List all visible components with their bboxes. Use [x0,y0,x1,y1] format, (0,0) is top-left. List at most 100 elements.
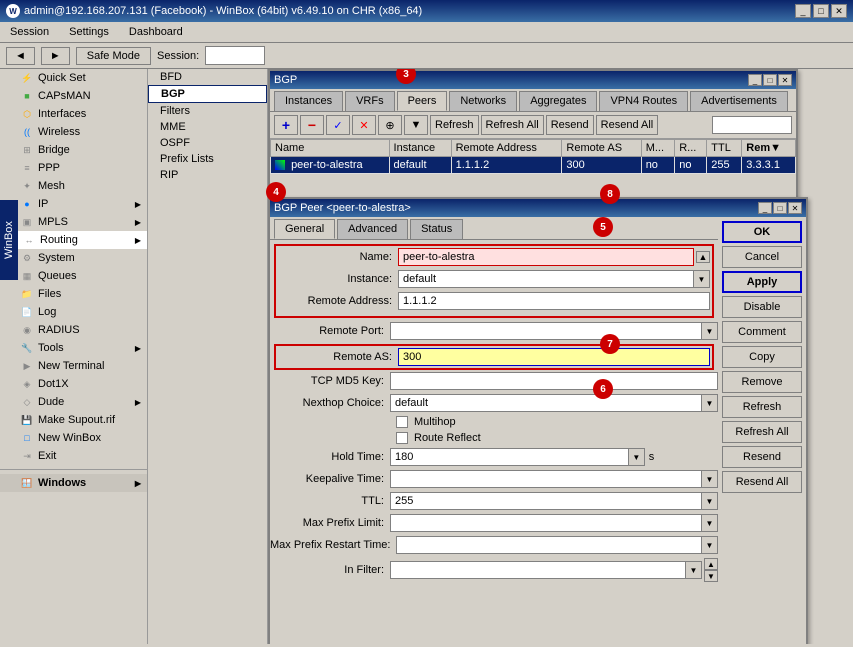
sidebar-item-ip[interactable]: ● IP ▶ [0,195,147,213]
th-m[interactable]: M... [641,140,675,157]
sidebar-item-new-terminal[interactable]: ▶ New Terminal [0,357,147,375]
hold-time-input[interactable] [390,448,629,466]
sidebar-item-quick-set[interactable]: ⚡ Quick Set [0,69,147,87]
remote-as-input[interactable] [398,348,710,366]
sidebar-item-queues[interactable]: ▦ Queues [0,267,147,285]
table-row[interactable]: peer-to-alestra default 1.1.1.2 300 no n… [271,157,796,174]
in-filter-dropdown-btn[interactable]: ▼ [686,561,702,579]
hold-time-dropdown-btn[interactable]: ▼ [629,448,645,466]
comment-button[interactable]: Comment [722,321,802,343]
keepalive-input[interactable] [390,470,702,488]
in-filter-scroll-up[interactable]: ▲ [704,558,718,570]
nexthop-input[interactable] [390,394,702,412]
name-input[interactable] [398,248,694,266]
tab-instances[interactable]: Instances [274,91,343,111]
th-rem[interactable]: Rem▼ [742,140,796,157]
th-remote-address[interactable]: Remote Address [451,140,562,157]
sidebar-item-tools[interactable]: 🔧 Tools ▶ [0,339,147,357]
sidebar-item-mesh[interactable]: ✦ Mesh [0,177,147,195]
sidebar-item-system[interactable]: ⚙ System [0,249,147,267]
bgp-refresh-all-button[interactable]: Refresh All [481,115,544,135]
ttl-dropdown-btn[interactable]: ▼ [702,492,718,510]
tab-vpn4-routes[interactable]: VPN4 Routes [599,91,688,111]
remove-button[interactable]: Remove [722,371,802,393]
tab-aggregates[interactable]: Aggregates [519,91,597,111]
ttl-input[interactable] [390,492,702,510]
cancel-button[interactable]: Cancel [722,246,802,268]
peer-tab-general[interactable]: General [274,219,335,239]
submenu-filters[interactable]: Filters [148,103,267,119]
sidebar-item-wireless[interactable]: (( Wireless [0,123,147,141]
tab-vrfs[interactable]: VRFs [345,91,395,111]
max-prefix-restart-dropdown-btn[interactable]: ▼ [702,536,718,554]
menu-session[interactable]: Session [4,24,55,40]
bgp-filter-button[interactable]: ▼ [404,115,428,135]
sidebar-item-files[interactable]: 📁 Files [0,285,147,303]
peer-close[interactable]: ✕ [788,202,802,214]
remote-port-dropdown-btn[interactable]: ▼ [702,322,718,340]
bgp-resend-all-button[interactable]: Resend All [596,115,659,135]
forward-button[interactable]: ► [41,47,70,65]
peer-maximize[interactable]: □ [773,202,787,214]
refresh-all-button[interactable]: Refresh All [722,421,802,443]
keepalive-dropdown-btn[interactable]: ▼ [702,470,718,488]
bgp-copy-button[interactable]: ⊕ [378,115,402,135]
bgp-maximize[interactable]: □ [763,74,777,86]
sidebar-item-capsman[interactable]: ■ CAPsMAN [0,87,147,105]
ok-button[interactable]: OK [722,221,802,243]
refresh-button[interactable]: Refresh [722,396,802,418]
back-button[interactable]: ◄ [6,47,35,65]
sidebar-item-interfaces[interactable]: ⬡ Interfaces [0,105,147,123]
instance-input[interactable] [398,270,694,288]
in-filter-input[interactable] [390,561,686,579]
remote-port-input[interactable] [390,322,702,340]
multihop-checkbox[interactable] [396,416,408,428]
tab-peers[interactable]: Peers [397,91,448,111]
menu-settings[interactable]: Settings [63,24,115,40]
resend-all-button[interactable]: Resend All [722,471,802,493]
session-input[interactable] [205,46,265,65]
bgp-resend-button[interactable]: Resend [546,115,594,135]
th-remote-as[interactable]: Remote AS [562,140,641,157]
submenu-rip[interactable]: RIP [148,167,267,183]
submenu-bgp[interactable]: BGP [148,85,267,103]
menu-dashboard[interactable]: Dashboard [123,24,189,40]
max-prefix-limit-input[interactable] [390,514,702,532]
th-ttl[interactable]: TTL [707,140,742,157]
instance-dropdown-btn[interactable]: ▼ [694,270,710,288]
bgp-refresh-button[interactable]: Refresh [430,115,479,135]
bgp-minimize[interactable]: _ [748,74,762,86]
sidebar-item-exit[interactable]: ⇥ Exit [0,447,147,465]
sidebar-item-dot1x[interactable]: ◈ Dot1X [0,375,147,393]
max-prefix-restart-input[interactable] [396,536,702,554]
safe-mode-button[interactable]: Safe Mode [76,47,151,65]
submenu-mme[interactable]: MME [148,119,267,135]
name-scroll[interactable]: ▲ [696,251,710,263]
sidebar-item-windows[interactable]: 🪟 Windows ▶ [0,474,147,492]
bgp-check-button[interactable]: ✓ [326,115,350,135]
sidebar-item-mpls[interactable]: ▣ MPLS ▶ [0,213,147,231]
resend-button[interactable]: Resend [722,446,802,468]
submenu-prefix-lists[interactable]: Prefix Lists [148,151,267,167]
th-r[interactable]: R... [675,140,707,157]
peer-minimize[interactable]: _ [758,202,772,214]
peer-tab-advanced[interactable]: Advanced [337,219,408,239]
bgp-add-button[interactable]: + [274,115,298,135]
sidebar-item-routing[interactable]: ↔ Routing ▶ [0,231,147,249]
max-prefix-limit-dropdown-btn[interactable]: ▼ [702,514,718,532]
tab-advertisements[interactable]: Advertisements [690,91,788,111]
route-reflect-checkbox[interactable] [396,432,408,444]
apply-button[interactable]: Apply [722,271,802,293]
th-name[interactable]: Name [271,140,390,157]
sidebar-item-new-winbox[interactable]: □ New WinBox [0,429,147,447]
bgp-remove-button[interactable]: − [300,115,324,135]
submenu-ospf[interactable]: OSPF [148,135,267,151]
close-button[interactable]: ✕ [831,4,847,18]
bgp-cross-button[interactable]: ✕ [352,115,376,135]
tab-networks[interactable]: Networks [449,91,517,111]
bgp-find-input[interactable] [712,116,792,134]
disable-button[interactable]: Disable [722,296,802,318]
remote-address-input[interactable] [398,292,710,310]
submenu-bfd[interactable]: BFD [148,69,267,85]
nexthop-dropdown-btn[interactable]: ▼ [702,394,718,412]
